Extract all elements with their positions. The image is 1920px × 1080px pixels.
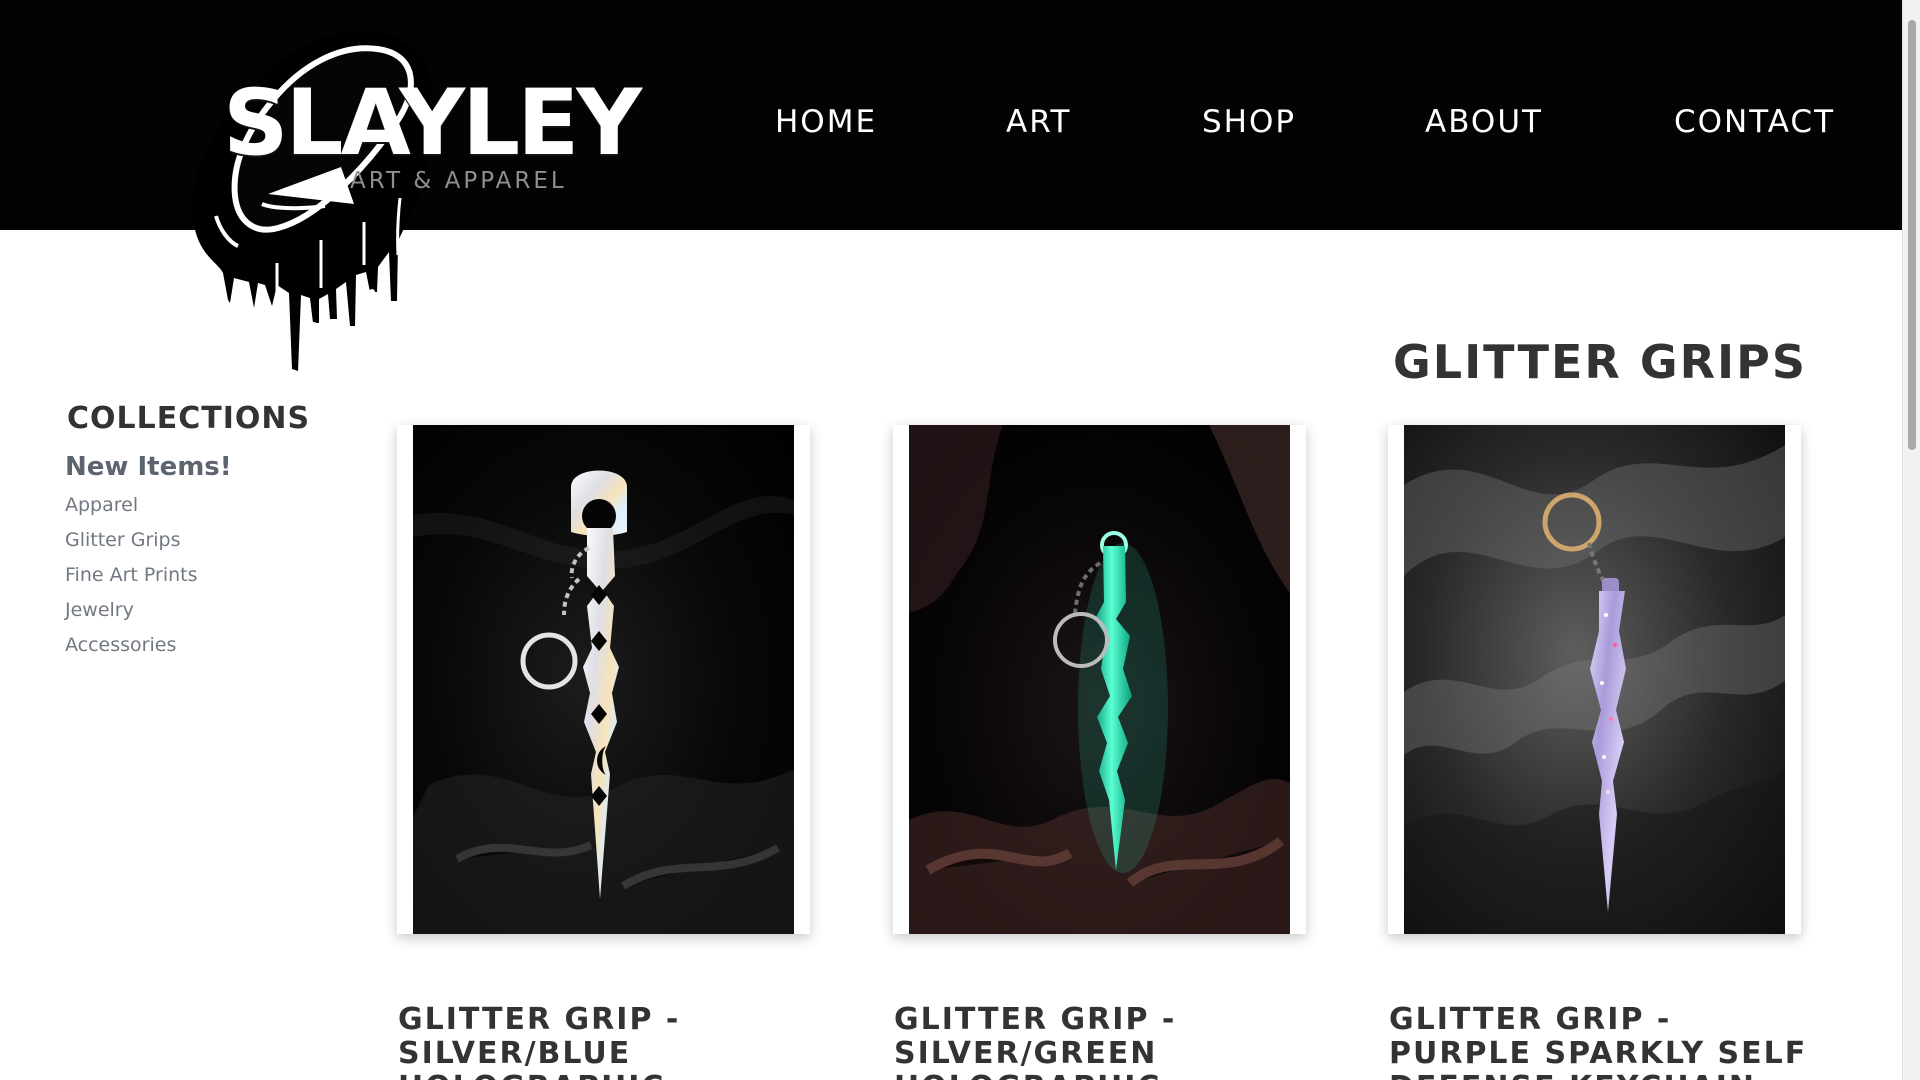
silver-holographic-glitter-grip-photo[interactable] (413, 425, 794, 934)
product-title-silver-blue-holographic[interactable]: GLITTER GRIP - SILVER/BLUE HOLOGRAPHIC (398, 1003, 823, 1080)
logo-tagline: ART & APPAREL (350, 168, 567, 194)
page-title: GLITTER GRIPS (1393, 334, 1807, 389)
product-image-frame[interactable] (397, 425, 810, 934)
site-logo[interactable]: SLAYLEY ART & APPAREL (120, 20, 642, 390)
collection-accessories-link[interactable]: Accessories (65, 628, 315, 663)
product-card-silver-green[interactable]: GLITTER GRIP - SILVER/GREEN HOLOGRAPHIC (893, 425, 1306, 1080)
product-title-silver-green-holographic[interactable]: GLITTER GRIP - SILVER/GREEN HOLOGRAPHIC (894, 1003, 1319, 1080)
scrollbar-thumb[interactable] (1908, 20, 1916, 450)
collection-new-items-link[interactable]: New Items! (65, 450, 315, 484)
nav-shop-link[interactable]: SHOP (1202, 102, 1296, 142)
collections-list: New Items! Apparel Glitter Grips Fine Ar… (65, 450, 315, 663)
nav-home-link[interactable]: HOME (775, 102, 877, 142)
nav-about-link[interactable]: ABOUT (1425, 102, 1543, 142)
product-image-frame[interactable] (1388, 425, 1801, 934)
page: HOME ART SHOP ABOUT CONTACT SLAYLEY ART … (0, 0, 1920, 1080)
green-holographic-glitter-grip-photo[interactable] (909, 425, 1290, 934)
product-card-silver-blue[interactable]: GLITTER GRIP - SILVER/BLUE HOLOGRAPHIC (397, 425, 810, 1080)
collection-glitter-grips-link[interactable]: Glitter Grips (65, 523, 315, 558)
purple-sparkly-glitter-grip-photo[interactable] (1404, 425, 1785, 934)
collections-heading: COLLECTIONS (67, 400, 311, 436)
product-card-purple-sparkly[interactable]: GLITTER GRIP - PURPLE SPARKLY SELF DEFEN… (1388, 425, 1805, 1080)
collection-jewelry-link[interactable]: Jewelry (65, 593, 315, 628)
collection-apparel-link[interactable]: Apparel (65, 488, 315, 523)
nav-art-link[interactable]: ART (1006, 102, 1071, 142)
logo-wordmark: SLAYLEY (223, 71, 642, 176)
vertical-scrollbar[interactable] (1902, 0, 1920, 1080)
collection-fine-art-prints-link[interactable]: Fine Art Prints (65, 558, 315, 593)
nav-contact-link[interactable]: CONTACT (1674, 102, 1835, 142)
product-image-frame[interactable] (893, 425, 1306, 934)
product-title-purple-sparkly-self-defense-keychain[interactable]: GLITTER GRIP - PURPLE SPARKLY SELF DEFEN… (1389, 1003, 1814, 1080)
